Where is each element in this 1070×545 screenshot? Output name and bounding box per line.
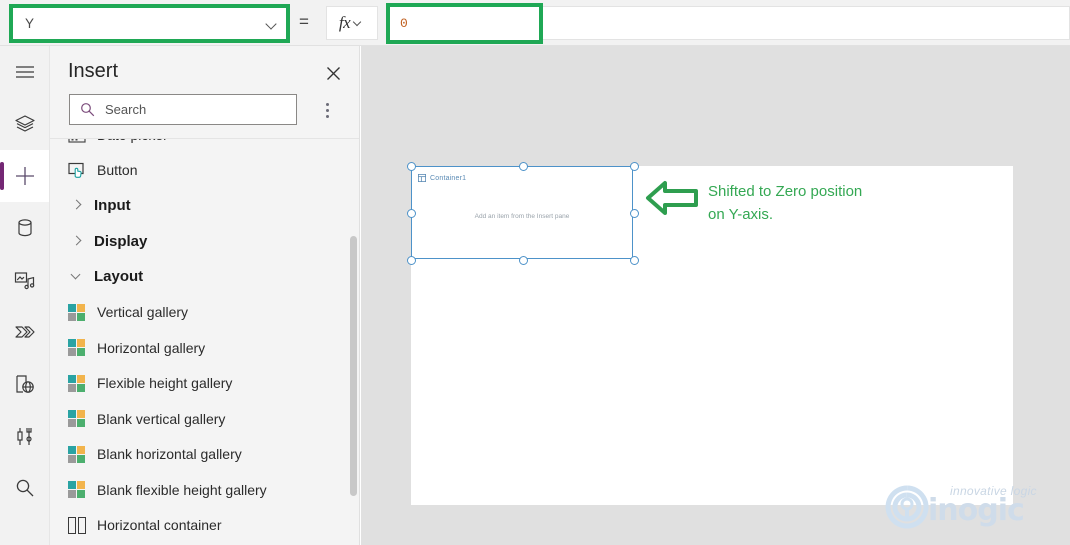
search-input[interactable]: Search [69, 94, 297, 125]
chevron-right-icon [72, 236, 83, 247]
rail-item-hamburger[interactable] [0, 46, 49, 98]
list-item-label: Blank vertical gallery [97, 410, 226, 427]
property-dropdown-value: Y [25, 16, 35, 31]
list-item-horizontal-container[interactable]: Horizontal container [50, 508, 359, 544]
equals-sign: = [299, 12, 309, 31]
list-item-label: Button [97, 162, 138, 179]
left-icon-rail [0, 46, 50, 545]
formula-input-highlight: 0 [386, 3, 543, 44]
gallery-icon [68, 481, 94, 499]
insert-panel: Insert Search Button Input Display Layou… [50, 46, 360, 545]
chevron-down-icon [353, 17, 365, 29]
group-item-label: Input [94, 197, 131, 215]
list-item-flexible-height-gallery[interactable]: Flexible height gallery [50, 366, 359, 402]
resize-handle-bottom-left[interactable] [407, 256, 416, 265]
rail-item-variables[interactable] [0, 358, 49, 410]
annotation-text: Shifted to Zero position on Y-axis. [708, 183, 863, 223]
gallery-icon [68, 303, 94, 321]
formula-input-value: 0 [400, 16, 408, 31]
list-item-label: Blank flexible height gallery [97, 481, 267, 498]
resize-handle-top-left[interactable] [407, 162, 416, 171]
canvas-stage: Container1 Add an item from the Insert p… [361, 46, 1070, 545]
list-item-label: Flexible height gallery [97, 375, 233, 392]
rail-item-tree-view[interactable] [0, 98, 49, 150]
dot [325, 108, 329, 112]
hamburger-icon [15, 66, 34, 78]
more-vertical-icon[interactable] [314, 96, 340, 124]
chevron-down-icon [72, 271, 83, 282]
power-apps-studio: Y = fx 0 Insert Search Button Input Disp… [0, 0, 1070, 545]
rail-item-app-checker[interactable] [0, 410, 49, 462]
resize-handle-bottom-right[interactable] [630, 256, 639, 265]
panel-scrollbar[interactable] [350, 236, 357, 496]
media-icon [14, 272, 34, 290]
rail-item-search[interactable] [0, 462, 49, 514]
formula-bar: Y = fx 0 [0, 0, 1070, 46]
property-dropdown[interactable]: Y [13, 8, 286, 39]
list-item-label: Horizontal gallery [97, 339, 206, 356]
list-item-horizontal-gallery[interactable]: Horizontal gallery [50, 330, 359, 366]
group-item-label: Layout [94, 268, 144, 286]
list-item-label: Date picker [97, 139, 168, 143]
list-item-label: Vertical gallery [97, 304, 189, 321]
group-item-label: Display [94, 232, 148, 250]
button-icon [68, 162, 94, 179]
dot [325, 114, 329, 118]
list-item-label: Horizontal container [97, 517, 222, 534]
selected-container[interactable]: Container1 Add an item from the Insert p… [407, 162, 639, 265]
formula-bar-extension[interactable] [543, 6, 1070, 40]
search-icon [16, 479, 33, 497]
list-item-label: Blank horizontal gallery [97, 446, 242, 463]
close-icon[interactable] [320, 60, 346, 86]
gallery-icon [68, 339, 94, 357]
fx-button[interactable]: fx [326, 6, 378, 40]
list-item-blank-vertical-gallery[interactable]: Blank vertical gallery [50, 401, 359, 437]
close-x-glyph [326, 66, 340, 80]
page-globe-icon [16, 374, 34, 393]
group-item-input[interactable]: Input [50, 188, 359, 224]
list-item-button[interactable]: Button [50, 153, 359, 189]
group-item-layout[interactable]: Layout [50, 259, 359, 295]
tools-icon [16, 427, 32, 445]
dot [325, 102, 329, 106]
layers-icon [14, 115, 35, 132]
left-arrow-icon [646, 181, 698, 215]
fx-label: fx [338, 13, 351, 32]
rail-item-insert[interactable] [0, 150, 49, 202]
container-icon [418, 174, 426, 182]
search-placeholder: Search [105, 102, 147, 117]
rail-item-data[interactable] [0, 202, 49, 254]
resize-handle-bottom-center[interactable] [519, 256, 528, 265]
list-item-vertical-gallery[interactable]: Vertical gallery [50, 295, 359, 331]
plus-icon [15, 167, 34, 185]
panel-title: Insert [68, 60, 119, 82]
chevron-right-icon [72, 200, 83, 211]
search-icon [81, 103, 95, 117]
gallery-icon [68, 410, 94, 428]
container-name: Container1 [430, 174, 467, 182]
resize-handle-top-center[interactable] [519, 162, 528, 171]
resize-handle-middle-right[interactable] [630, 209, 639, 218]
resize-handle-top-right[interactable] [630, 162, 639, 171]
horizontal-container-icon [68, 516, 94, 534]
chevron-down-icon [266, 18, 278, 30]
property-dropdown-highlight: Y [9, 4, 290, 43]
container-label: Container1 [418, 174, 466, 182]
gallery-icon [68, 445, 94, 463]
list-item-blank-horizontal-gallery[interactable]: Blank horizontal gallery [50, 437, 359, 473]
list-item-date-picker[interactable]: Date picker [50, 139, 359, 153]
formula-input[interactable]: 0 [390, 7, 539, 40]
container-placeholder-text: Add an item from the Insert pane [474, 213, 570, 220]
database-icon [17, 219, 32, 237]
rail-item-power-automate[interactable] [0, 306, 49, 358]
resize-handle-middle-left[interactable] [407, 209, 416, 218]
list-item-blank-flexible-height-gallery[interactable]: Blank flexible height gallery [50, 472, 359, 508]
insert-item-list: Date picker Button Input [50, 139, 359, 545]
rail-item-media[interactable] [0, 254, 49, 306]
group-item-display[interactable]: Display [50, 224, 359, 260]
date-picker-icon [68, 139, 94, 143]
gallery-icon [68, 374, 94, 392]
power-automate-icon [14, 326, 35, 338]
